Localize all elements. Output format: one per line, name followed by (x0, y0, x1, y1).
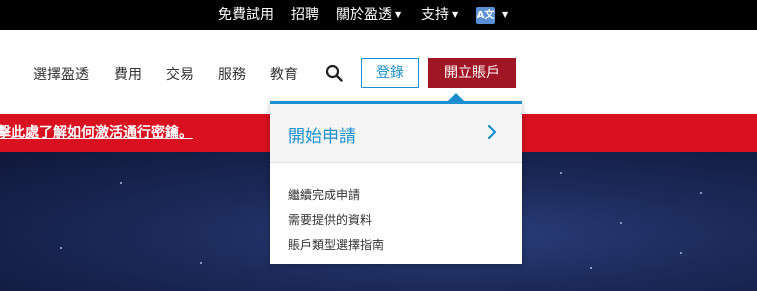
login-button[interactable]: 登錄 (361, 58, 419, 88)
star-decoration (620, 222, 622, 224)
star-decoration (700, 192, 702, 194)
open-account-button[interactable]: 開立賬戶 (428, 58, 516, 88)
nav-item-pricing[interactable]: 費用 (114, 64, 142, 84)
top-utility-bar: 免費試用 招聘 關於盈透 ▼ 支持 ▼ A文 ▼ (0, 0, 757, 30)
support-menu-label: 支持 (421, 7, 449, 23)
support-menu[interactable]: 支持 ▼ (421, 0, 458, 30)
nav-item-trading[interactable]: 交易 (166, 64, 194, 84)
required-info-link[interactable]: 需要提供的資料 (288, 211, 372, 228)
dropdown-pointer (448, 93, 464, 101)
chevron-down-icon: ▼ (452, 10, 459, 19)
star-decoration (120, 182, 122, 184)
free-trial-link[interactable]: 免費試用 (218, 0, 274, 30)
nav-item-services[interactable]: 服務 (218, 64, 246, 84)
nav-item-education[interactable]: 教育 (270, 64, 298, 84)
star-decoration (60, 247, 62, 249)
open-account-dropdown: 開始申請 繼續完成申請 需要提供的資料 賬戶類型選擇指南 (270, 101, 522, 264)
nav-item-why-ibkr[interactable]: 選擇盈透 (33, 64, 89, 84)
star-decoration (560, 172, 562, 174)
search-icon[interactable] (325, 64, 343, 82)
star-decoration (680, 252, 682, 254)
chevron-down-icon[interactable]: ▼ (502, 0, 508, 30)
star-decoration (590, 267, 592, 269)
about-menu-label: 關於盈透 (336, 7, 392, 23)
account-type-guide-link[interactable]: 賬戶類型選擇指南 (288, 236, 384, 253)
star-decoration (200, 262, 202, 264)
about-menu[interactable]: 關於盈透 ▼ (336, 0, 401, 30)
start-application-row[interactable]: 開始申請 (270, 104, 522, 163)
chevron-right-icon (487, 124, 497, 140)
careers-link[interactable]: 招聘 (291, 0, 319, 30)
start-application-label: 開始申請 (288, 127, 356, 147)
continue-application-link[interactable]: 繼續完成申請 (288, 186, 360, 203)
translate-icon[interactable]: A文 (476, 7, 495, 24)
banner-link[interactable]: 擊此處了解如何激活通行密鑰。 (0, 114, 193, 152)
chevron-down-icon: ▼ (395, 10, 402, 19)
